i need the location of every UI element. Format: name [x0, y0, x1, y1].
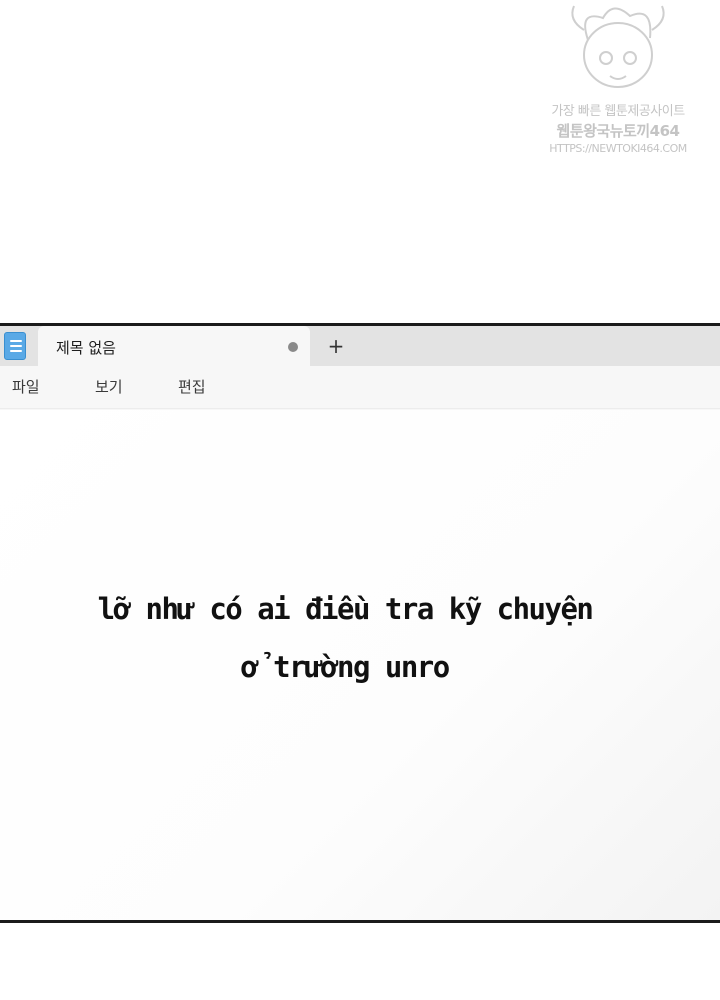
tab-strip: 제목 없음 +: [0, 326, 720, 366]
text-editor-area[interactable]: lỡ như có ai điều tra kỹ chuyện ở trường…: [0, 410, 720, 920]
page: 가장 빠른 웹툰제공사이트 웹툰왕국뉴토끼464 HTTPS://NEWTOKI…: [0, 0, 720, 1000]
tab-title: 제목 없음: [56, 339, 116, 357]
editor-line: lỡ như có ai điều tra kỹ chuyện: [97, 592, 594, 626]
watermark-line-1: 가장 빠른 웹툰제공사이트: [551, 104, 685, 119]
notepad-icon: [4, 332, 26, 360]
editor-text: lỡ như có ai điều tra kỹ chuyện ở trường…: [0, 580, 690, 696]
new-tab-button[interactable]: +: [324, 332, 348, 360]
tab-untitled[interactable]: 제목 없음: [38, 326, 310, 366]
notepad-window: 제목 없음 + 파일 보기 편집 lỡ như có ai điều tra k…: [0, 323, 720, 923]
unsaved-dot-icon[interactable]: [288, 342, 298, 352]
menu-bar: 파일 보기 편집: [0, 366, 720, 409]
menu-file[interactable]: 파일: [12, 376, 40, 397]
watermark: 가장 빠른 웹툰제공사이트 웹툰왕국뉴토끼464 HTTPS://NEWTOKI…: [538, 0, 698, 165]
menu-edit[interactable]: 편집: [178, 376, 206, 397]
editor-line: ở trường unro: [241, 650, 450, 684]
mascot-watermark-icon: [571, 5, 665, 88]
menu-view[interactable]: 보기: [95, 376, 123, 397]
watermark-line-2: 웹툰왕국뉴토끼464: [556, 122, 680, 140]
watermark-line-3: HTTPS://NEWTOKI464.COM: [549, 142, 687, 155]
